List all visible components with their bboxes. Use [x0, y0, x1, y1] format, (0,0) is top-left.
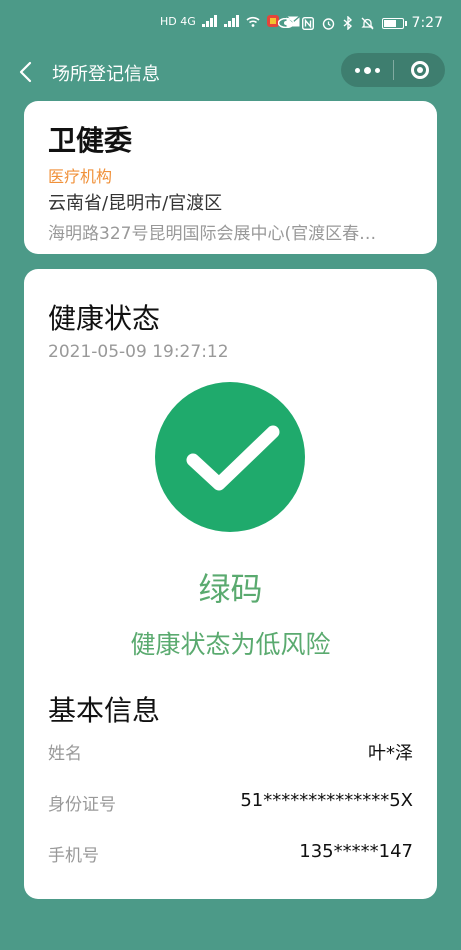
place-type-tag: 医疗机构: [48, 167, 113, 186]
info-label: 手机号: [48, 846, 99, 866]
miniprogram-capsule: [341, 53, 445, 87]
eye-icon: [277, 18, 294, 28]
bluetooth-icon: [343, 16, 352, 30]
place-region: 云南省/昆明市/官渡区: [48, 193, 223, 214]
health-status-title: 健康状态: [48, 302, 161, 335]
info-row-name: 姓名 叶*泽: [48, 739, 413, 764]
target-circle-icon: [410, 61, 429, 79]
info-value: 51**************5X: [240, 790, 413, 811]
page-title: 场所登记信息: [52, 64, 160, 85]
green-code-badge: [155, 382, 305, 532]
network-label: HD 4G: [160, 14, 196, 28]
health-status-timestamp: 2021-05-09 19:27:12: [48, 342, 229, 362]
more-dot-icon: [363, 66, 371, 74]
close-miniprogram-button[interactable]: [394, 53, 445, 87]
more-button[interactable]: [341, 53, 393, 87]
info-label: 姓名: [48, 744, 82, 764]
health-status-card: 健康状态 2021-05-09 19:27:12 绿码 健康状态为低风险 基本信…: [24, 269, 437, 899]
info-row-id-number: 身份证号 51**************5X: [48, 790, 413, 815]
code-color-label: 绿码: [198, 570, 263, 608]
chevron-left-icon: [19, 61, 32, 83]
risk-level-label: 健康状态为低风险: [130, 630, 331, 659]
status-time: 7:27: [411, 15, 443, 31]
status-system-group: 7:27: [277, 15, 443, 31]
info-row-phone: 手机号 135*****147: [48, 841, 413, 866]
info-value: 135*****147: [299, 841, 413, 862]
info-label: 身份证号: [48, 795, 116, 815]
signal-icon: [201, 15, 217, 27]
basic-info-title: 基本信息: [48, 694, 161, 727]
signal-icon-2: [223, 15, 239, 27]
nav-bar: 场所登记信息: [0, 50, 461, 94]
info-value: 叶*泽: [368, 743, 413, 764]
back-button[interactable]: [14, 58, 38, 86]
nfc-icon: [301, 16, 314, 30]
battery-icon: [381, 17, 407, 29]
mute-icon: [360, 17, 374, 29]
place-name: 卫健委: [48, 124, 133, 157]
place-info-card: 卫健委 医疗机构 云南省/昆明市/官渡区 海明路327号昆明国际会展中心(官渡区…: [24, 101, 437, 254]
alarm-icon: [322, 17, 334, 30]
wifi-icon: [246, 16, 260, 27]
place-address: 海明路327号昆明国际会展中心(官渡区春…: [48, 224, 377, 244]
more-dot-icon: [354, 67, 360, 73]
more-dot-icon: [374, 67, 380, 73]
checkmark-icon: [186, 425, 280, 491]
status-bar: HD 4G 7:27: [0, 0, 461, 50]
